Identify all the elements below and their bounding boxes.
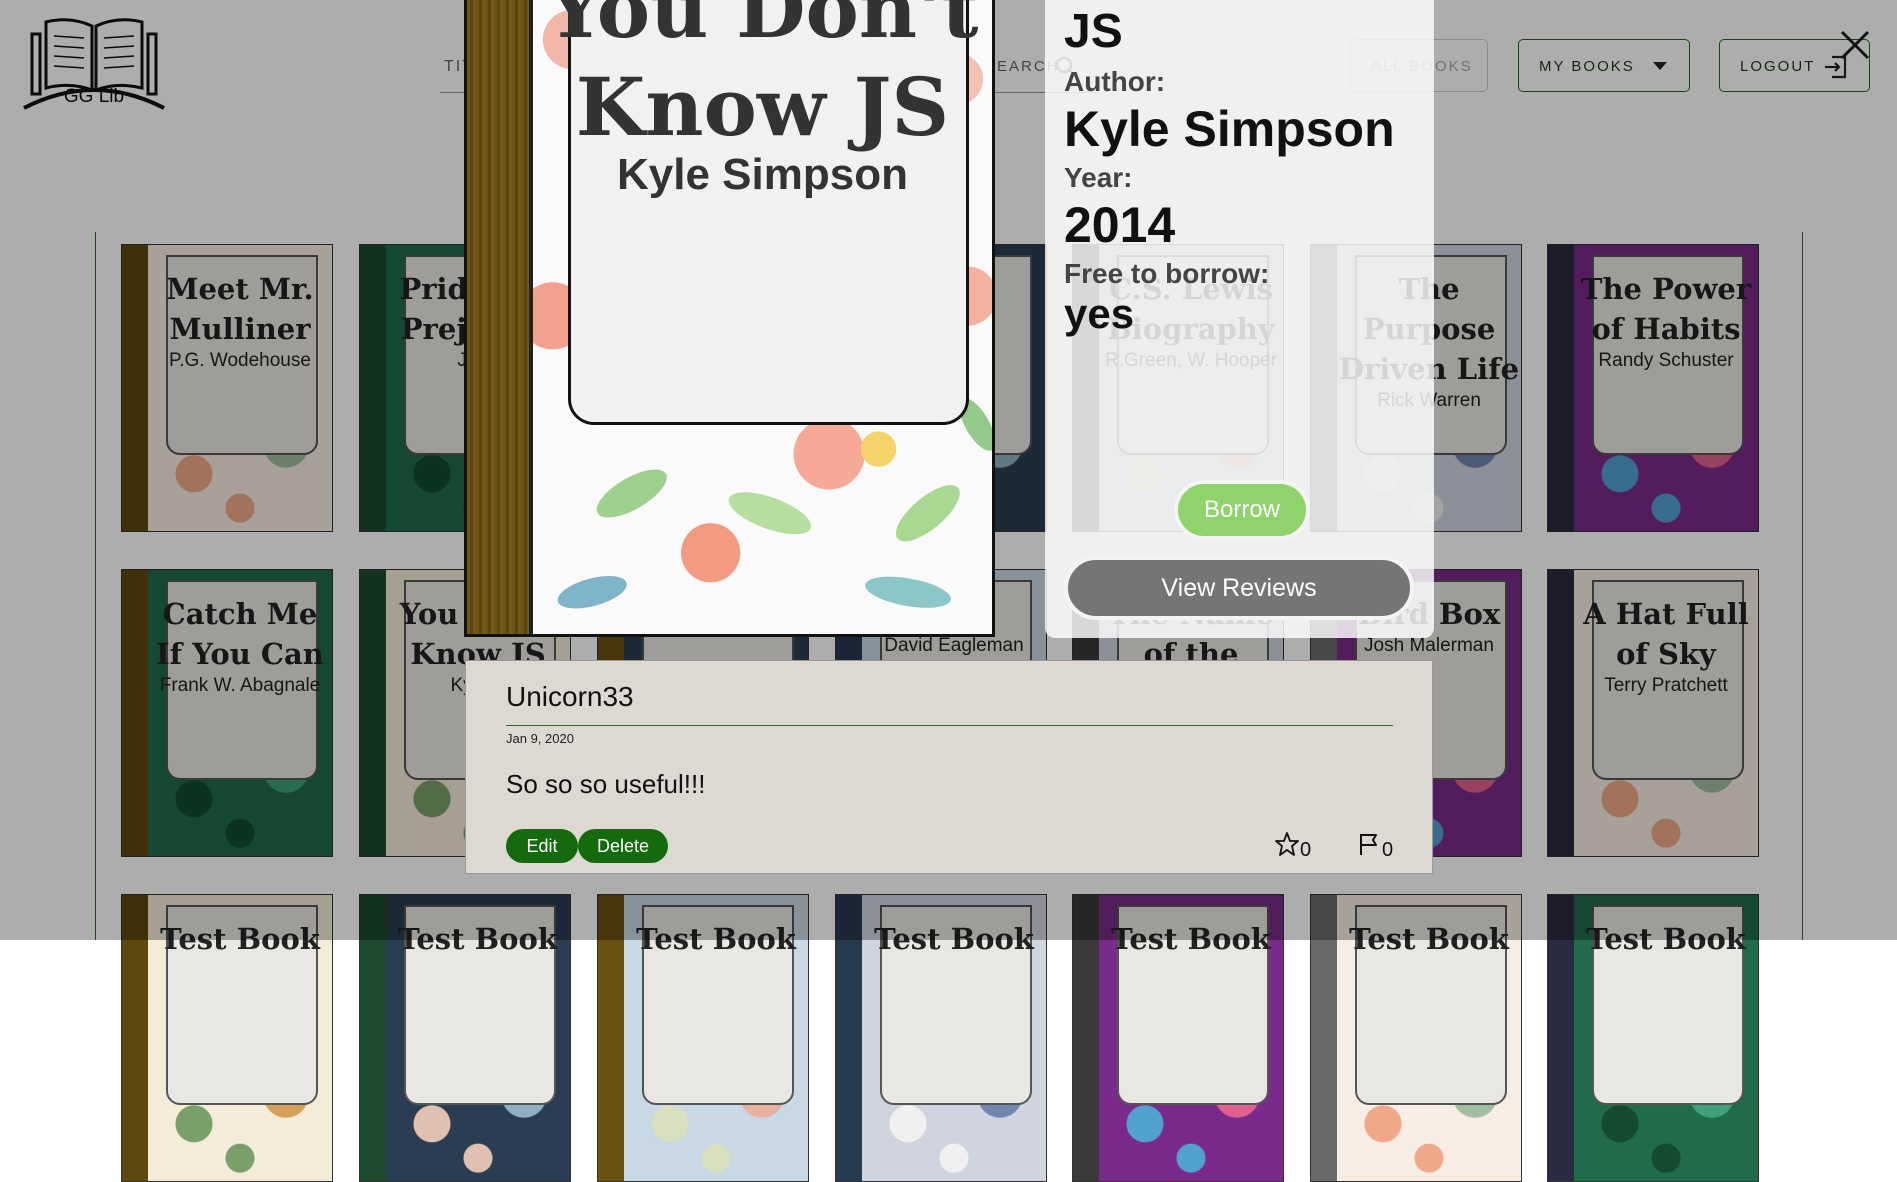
delete-review-button[interactable]: Delete xyxy=(578,829,668,863)
flag-icon[interactable] xyxy=(1356,831,1382,857)
star-count: 0 xyxy=(1300,839,1312,861)
author-value: Kyle Simpson xyxy=(1064,101,1395,157)
star-rating[interactable]: 0 xyxy=(1274,831,1324,861)
review-username: Unicorn33 xyxy=(506,681,634,712)
close-icon[interactable] xyxy=(1838,28,1872,62)
year-label: Year: xyxy=(1064,162,1133,193)
review-date: Jan 9, 2020 xyxy=(506,731,574,746)
year-value: 2014 xyxy=(1064,197,1176,253)
book-cover-large: You Don't Know JS Kyle Simpson xyxy=(464,0,995,637)
cover-author: Kyle Simpson xyxy=(617,150,908,199)
cover-spine xyxy=(467,0,533,634)
free-to-borrow-label: Free to borrow: xyxy=(1064,258,1270,289)
author-label: Author: xyxy=(1064,66,1166,97)
flag-count: 0 xyxy=(1382,839,1394,861)
view-reviews-button[interactable]: View Reviews xyxy=(1064,556,1414,620)
book-info-panel: JS Author: Kyle Simpson Year: 2014 Free … xyxy=(1045,0,1434,638)
borrow-button[interactable]: Borrow xyxy=(1174,480,1310,540)
cover-title: You Don't Know JS xyxy=(546,0,979,154)
review-text: So so so useful!!! xyxy=(506,769,706,799)
edit-review-button[interactable]: Edit xyxy=(506,829,578,863)
flag-report[interactable]: 0 xyxy=(1356,831,1406,861)
star-icon[interactable] xyxy=(1274,831,1300,857)
book-title: JS xyxy=(1064,5,1123,58)
review-card: Unicorn33 Jan 9, 2020 So so so useful!!!… xyxy=(465,660,1433,874)
review-divider xyxy=(506,725,1393,726)
free-to-borrow-value: yes xyxy=(1064,290,1135,337)
